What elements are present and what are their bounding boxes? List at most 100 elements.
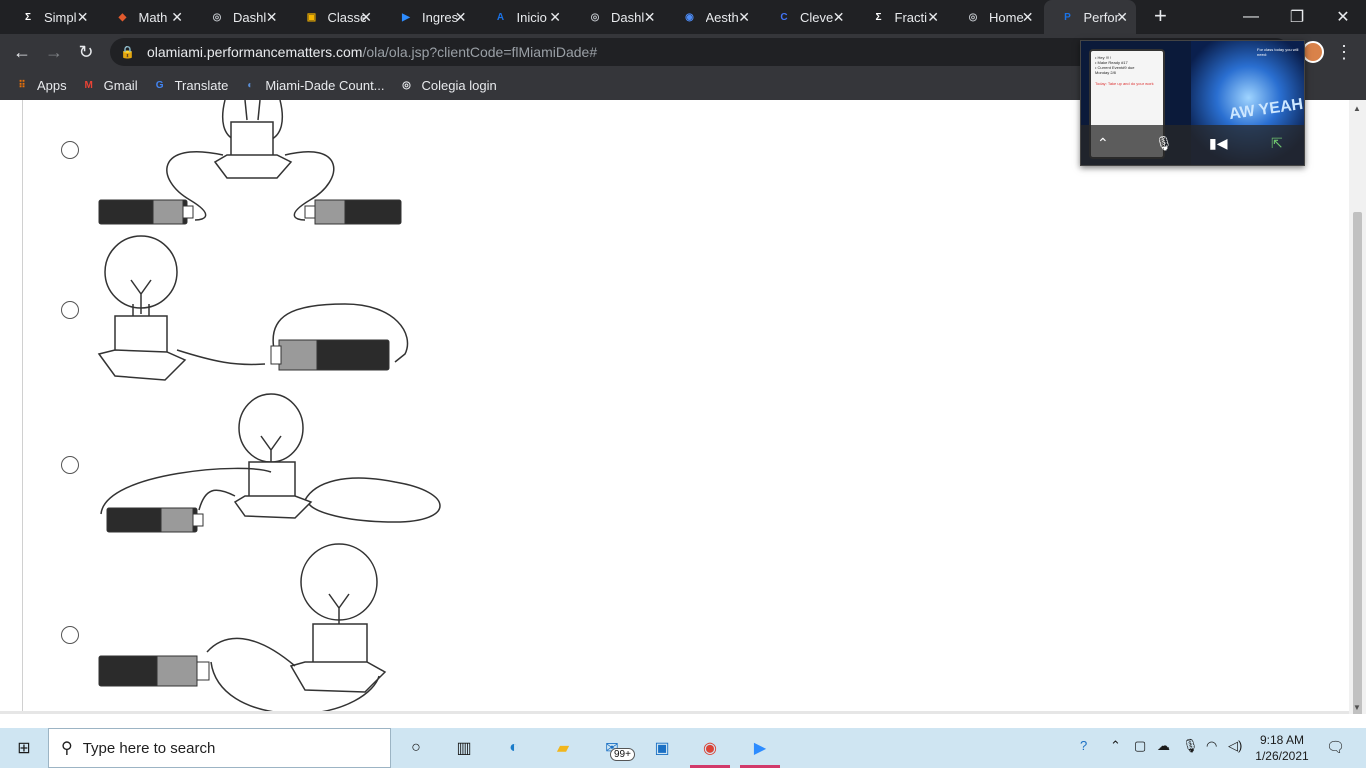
- answer-option-4-radio[interactable]: [61, 626, 79, 644]
- minimize-button[interactable]: —: [1228, 0, 1274, 34]
- reload-button[interactable]: ↻: [74, 40, 98, 64]
- bookmark-label: Translate: [174, 77, 229, 93]
- zoom-icon: ▶: [402, 11, 410, 23]
- bookmark-label: Colegia login: [421, 77, 497, 93]
- globe-icon: ◎: [590, 11, 600, 23]
- chevron-up-icon[interactable]: ⌃: [1097, 135, 1109, 152]
- clock-date: 1/26/2021: [1255, 749, 1309, 763]
- close-tab-icon[interactable]: ✕: [549, 9, 561, 26]
- zoom-app-icon[interactable]: ▶: [748, 736, 772, 760]
- chevron-up-icon[interactable]: ⌃: [1110, 738, 1121, 754]
- file-explorer-icon[interactable]: ▰: [551, 736, 575, 760]
- wifi-icon[interactable]: ◠: [1206, 738, 1217, 754]
- scrollbar-thumb[interactable]: [1353, 212, 1362, 714]
- taskbar-search-box[interactable]: ⚲ Type here to search: [48, 728, 391, 768]
- forward-button[interactable]: →: [42, 40, 66, 64]
- answer-option-2-radio[interactable]: [61, 301, 79, 319]
- close-tab-icon[interactable]: ✕: [171, 9, 183, 26]
- content-border: [22, 100, 23, 714]
- tab-5[interactable]: A Inicio ✕: [477, 0, 570, 34]
- tab-0[interactable]: Σ Simpl ✕: [4, 0, 97, 34]
- task-view-icon[interactable]: ▥: [452, 736, 476, 760]
- edge-icon[interactable]: ◐: [502, 736, 526, 760]
- tab-2[interactable]: ◎ Dashl ✕: [193, 0, 286, 34]
- tab-7[interactable]: ◉ Aesth ✕: [666, 0, 759, 34]
- corner-note: For class today you will need:: [1257, 47, 1299, 57]
- sigma-icon: Σ: [24, 11, 31, 23]
- close-tab-icon[interactable]: ✕: [77, 9, 89, 26]
- onedrive-icon[interactable]: ☁: [1157, 738, 1170, 754]
- answer-option-1-radio[interactable]: [61, 141, 79, 159]
- bookmark-item[interactable]: G Translate: [152, 77, 229, 93]
- browser-menu-button[interactable]: ⋮: [1332, 40, 1356, 64]
- tab-10[interactable]: ◎ Home ✕: [949, 0, 1042, 34]
- tab-3[interactable]: ▣ Classe ✕: [288, 0, 381, 34]
- tab-8[interactable]: C Cleve ✕: [760, 0, 853, 34]
- close-tab-icon[interactable]: ✕: [833, 9, 845, 26]
- close-tab-icon[interactable]: ✕: [360, 9, 372, 26]
- scroll-down-arrow-icon[interactable]: ▼: [1353, 703, 1361, 712]
- help-icon[interactable]: ?: [1080, 738, 1087, 753]
- close-tab-icon[interactable]: ✕: [644, 9, 656, 26]
- close-tab-icon[interactable]: ✕: [1116, 9, 1128, 26]
- system-clock[interactable]: 9:18 AM 1/26/2021: [1255, 732, 1309, 764]
- mic-muted-icon[interactable]: 🎙: [1155, 135, 1173, 152]
- cortana-icon[interactable]: ○: [404, 736, 428, 760]
- tab-1[interactable]: ◆ Math ✕: [99, 0, 192, 34]
- profile-avatar[interactable]: [1302, 41, 1324, 63]
- cube-icon: ◆: [118, 11, 127, 23]
- scroll-up-arrow-icon[interactable]: ▲: [1353, 104, 1361, 113]
- close-tab-icon[interactable]: ✕: [455, 9, 467, 26]
- answer-option-3-circuit-image: [100, 393, 441, 533]
- page-content: ▲ ▼: [0, 100, 1366, 714]
- tab-9[interactable]: Σ Fracti ✕: [855, 0, 948, 34]
- share-screen-icon[interactable]: ⇱: [1271, 135, 1283, 152]
- gmail-icon: M: [84, 79, 93, 91]
- bookmark-item[interactable]: ◎ Colegia login: [399, 77, 497, 93]
- globe-icon: ◎: [402, 79, 411, 91]
- answer-option-2-circuit-image: [97, 235, 409, 381]
- apps-grid-icon: ⠿: [18, 79, 26, 91]
- answer-option-4-circuit-image: [98, 543, 387, 714]
- tab-6[interactable]: ◎ Dashl ✕: [571, 0, 664, 34]
- globe-icon: ◎: [968, 11, 978, 23]
- restore-button[interactable]: ❐: [1274, 0, 1320, 34]
- volume-icon[interactable]: ◁): [1228, 738, 1242, 754]
- notifications-icon[interactable]: 🗨: [1326, 738, 1345, 756]
- bookmark-item[interactable]: ◐ Miami-Dade Count...: [242, 77, 384, 93]
- chrome-icon[interactable]: ◉: [698, 736, 722, 760]
- answer-option-3-radio[interactable]: [61, 456, 79, 474]
- windows-taskbar: ⊞ ⚲ Type here to search ○ ▥ ◐ ▰ ✉ 99+ ▣ …: [0, 728, 1366, 768]
- tab-4[interactable]: ▶ Ingres ✕: [382, 0, 475, 34]
- meet-now-icon[interactable]: ▢: [1134, 738, 1146, 754]
- bookmark-label: Miami-Dade Count...: [265, 77, 385, 93]
- a-logo-icon: A: [496, 11, 505, 23]
- bookmark-item[interactable]: M Gmail: [81, 77, 138, 93]
- vertical-scrollbar[interactable]: ▲ ▼: [1349, 100, 1366, 714]
- classroom-icon: ▣: [306, 11, 317, 23]
- close-window-button[interactable]: ✕: [1320, 0, 1366, 34]
- miami-dade-icon: ◐: [247, 79, 254, 91]
- close-tab-icon[interactable]: ✕: [1022, 9, 1034, 26]
- back-button[interactable]: ←: [10, 40, 34, 64]
- url-path: /ola/ola.jsp?clientCode=flMiamiDade#: [362, 44, 598, 60]
- close-tab-icon[interactable]: ✕: [927, 9, 939, 26]
- close-tab-icon[interactable]: ✕: [266, 9, 278, 26]
- bookmark-label: Gmail: [103, 77, 138, 93]
- video-camera-icon[interactable]: ▮◀: [1209, 135, 1227, 152]
- bookmark-item[interactable]: ⠿ Apps: [14, 77, 67, 93]
- tab-11[interactable]: P Perfor ✕: [1043, 0, 1136, 34]
- horizontal-scrollbar[interactable]: [0, 711, 1349, 714]
- slide-red-line: Today: Take up and do your work: [1095, 81, 1154, 86]
- new-tab-button[interactable]: +: [1154, 3, 1167, 29]
- tab-strip: Σ Simpl ✕ ◆ Math ✕ ◎ Dashl ✕ ▣ Classe ✕ ▶ Ingres ✕ A Ini…: [0, 0, 1366, 34]
- windows-start-icon[interactable]: ⊞: [12, 736, 36, 760]
- microphone-icon[interactable]: 🎙: [1182, 738, 1199, 754]
- sigma-icon: Σ: [875, 11, 882, 23]
- bookmark-label: Apps: [37, 77, 67, 93]
- calendar-app-icon[interactable]: ▣: [650, 736, 674, 760]
- close-tab-icon[interactable]: ✕: [738, 9, 750, 26]
- zoom-meeting-overlay[interactable]: • Hey !!! ! • Make Ready #17 • Current E…: [1080, 40, 1305, 166]
- slide-line: Monday 2/8: [1095, 70, 1116, 75]
- answer-option-1-circuit-image: [98, 100, 402, 225]
